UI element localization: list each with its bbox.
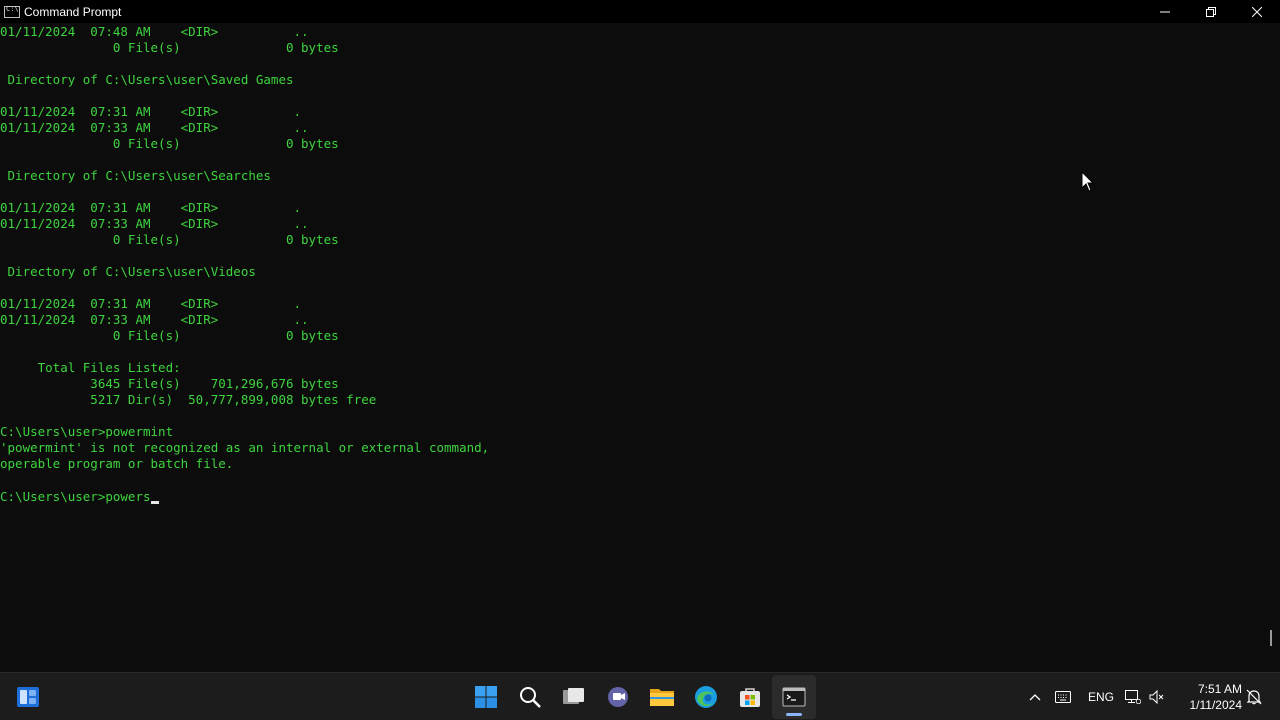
close-icon bbox=[1252, 6, 1262, 17]
console-line: C:\Users\user>powermint bbox=[0, 424, 174, 439]
touch-keyboard-button[interactable] bbox=[1046, 691, 1080, 703]
teams-chat-icon bbox=[608, 687, 628, 707]
console-line: 01/11/2024 07:48 AM <DIR> .. bbox=[0, 24, 309, 39]
console-line: 0 File(s) 0 bytes bbox=[0, 328, 339, 343]
console-line: 0 File(s) 0 bytes bbox=[0, 232, 339, 247]
edge-button[interactable] bbox=[684, 673, 728, 720]
window-title: Command Prompt bbox=[24, 4, 122, 19]
taskbar: ENG 7:51 AM 1/11/2024 bbox=[0, 672, 1280, 720]
show-hidden-icons-button[interactable] bbox=[1024, 693, 1046, 701]
language-indicator[interactable]: ENG bbox=[1080, 690, 1122, 704]
console-line: 01/11/2024 07:31 AM <DIR> . bbox=[0, 296, 302, 311]
vertical-scrollbar[interactable] bbox=[1262, 23, 1280, 672]
search-icon bbox=[520, 687, 541, 708]
active-app-indicator bbox=[786, 713, 802, 716]
console-line: operable program or batch file. bbox=[0, 456, 234, 471]
console-line: Directory of C:\Users\user\Searches bbox=[0, 168, 271, 183]
mouse-pointer-icon bbox=[1081, 171, 1095, 192]
console-line: 01/11/2024 07:33 AM <DIR> .. bbox=[0, 312, 309, 327]
current-input[interactable]: powers bbox=[105, 489, 150, 504]
scrollbar-thumb[interactable] bbox=[1270, 630, 1272, 646]
file-explorer-button[interactable] bbox=[640, 673, 684, 720]
start-button[interactable] bbox=[464, 673, 508, 720]
file-explorer-icon bbox=[650, 689, 674, 706]
console-line: 0 File(s) 0 bytes bbox=[0, 136, 339, 151]
window-controls bbox=[1142, 0, 1280, 23]
clock-button[interactable]: 7:51 AM 1/11/2024 bbox=[1190, 681, 1243, 713]
console-line: 0 File(s) 0 bytes bbox=[0, 40, 339, 55]
restore-icon bbox=[1206, 6, 1216, 17]
volume-muted-icon bbox=[1149, 690, 1164, 704]
close-button[interactable] bbox=[1234, 0, 1280, 23]
console-line: 01/11/2024 07:31 AM <DIR> . bbox=[0, 104, 302, 119]
text-cursor bbox=[150, 501, 159, 504]
console-line: 01/11/2024 07:33 AM <DIR> .. bbox=[0, 120, 309, 135]
task-view-button[interactable] bbox=[552, 673, 596, 720]
minimize-icon bbox=[1160, 11, 1170, 12]
prompt-text: C:\Users\user> bbox=[0, 489, 106, 504]
keyboard-icon bbox=[1055, 691, 1071, 703]
store-icon bbox=[740, 688, 760, 707]
command-prompt-taskbar-button[interactable] bbox=[772, 675, 816, 719]
edge-icon bbox=[695, 686, 717, 708]
console-line: Directory of C:\Users\user\Videos bbox=[0, 264, 256, 279]
console-line: 5217 Dir(s) 50,777,899,008 bytes free bbox=[0, 392, 377, 407]
clock-date: 1/11/2024 bbox=[1189, 698, 1243, 712]
command-prompt-icon bbox=[4, 5, 20, 18]
task-view-icon bbox=[563, 688, 584, 704]
notifications-button[interactable] bbox=[1238, 673, 1270, 720]
network-icon bbox=[1125, 690, 1141, 704]
widgets-icon bbox=[17, 687, 39, 707]
console-line: Total Files Listed: bbox=[0, 360, 181, 375]
notification-bell-icon bbox=[1246, 689, 1262, 705]
terminal-icon bbox=[782, 687, 806, 707]
console-line: Directory of C:\Users\user\Saved Games bbox=[0, 72, 294, 87]
console-text: 01/11/2024 07:48 AM <DIR> .. 0 File(s) 0… bbox=[0, 24, 1262, 488]
console-line: 01/11/2024 07:33 AM <DIR> .. bbox=[0, 216, 309, 231]
minimize-button[interactable] bbox=[1142, 0, 1188, 23]
command-line[interactable]: C:\Users\user>powers bbox=[0, 489, 1262, 505]
system-tray: ENG bbox=[1024, 673, 1170, 720]
console-output[interactable]: 01/11/2024 07:48 AM <DIR> .. 0 File(s) 0… bbox=[0, 23, 1262, 672]
start-icon bbox=[475, 686, 497, 708]
console-line: 01/11/2024 07:31 AM <DIR> . bbox=[0, 200, 302, 215]
volume-button[interactable] bbox=[1144, 690, 1170, 704]
chevron-up-icon bbox=[1029, 694, 1041, 701]
console-line: 'powermint' is not recognized as an inte… bbox=[0, 440, 490, 455]
network-button[interactable] bbox=[1122, 690, 1144, 704]
clock-time: 7:51 AM bbox=[1197, 682, 1242, 696]
search-button[interactable] bbox=[508, 673, 552, 720]
console-line: 3645 File(s) 701,296,676 bytes bbox=[0, 376, 339, 391]
widgets-button[interactable] bbox=[6, 673, 50, 720]
chat-button[interactable] bbox=[596, 673, 640, 720]
restore-button[interactable] bbox=[1188, 0, 1234, 23]
store-button[interactable] bbox=[728, 673, 772, 720]
title-bar[interactable]: Command Prompt bbox=[0, 0, 1280, 23]
